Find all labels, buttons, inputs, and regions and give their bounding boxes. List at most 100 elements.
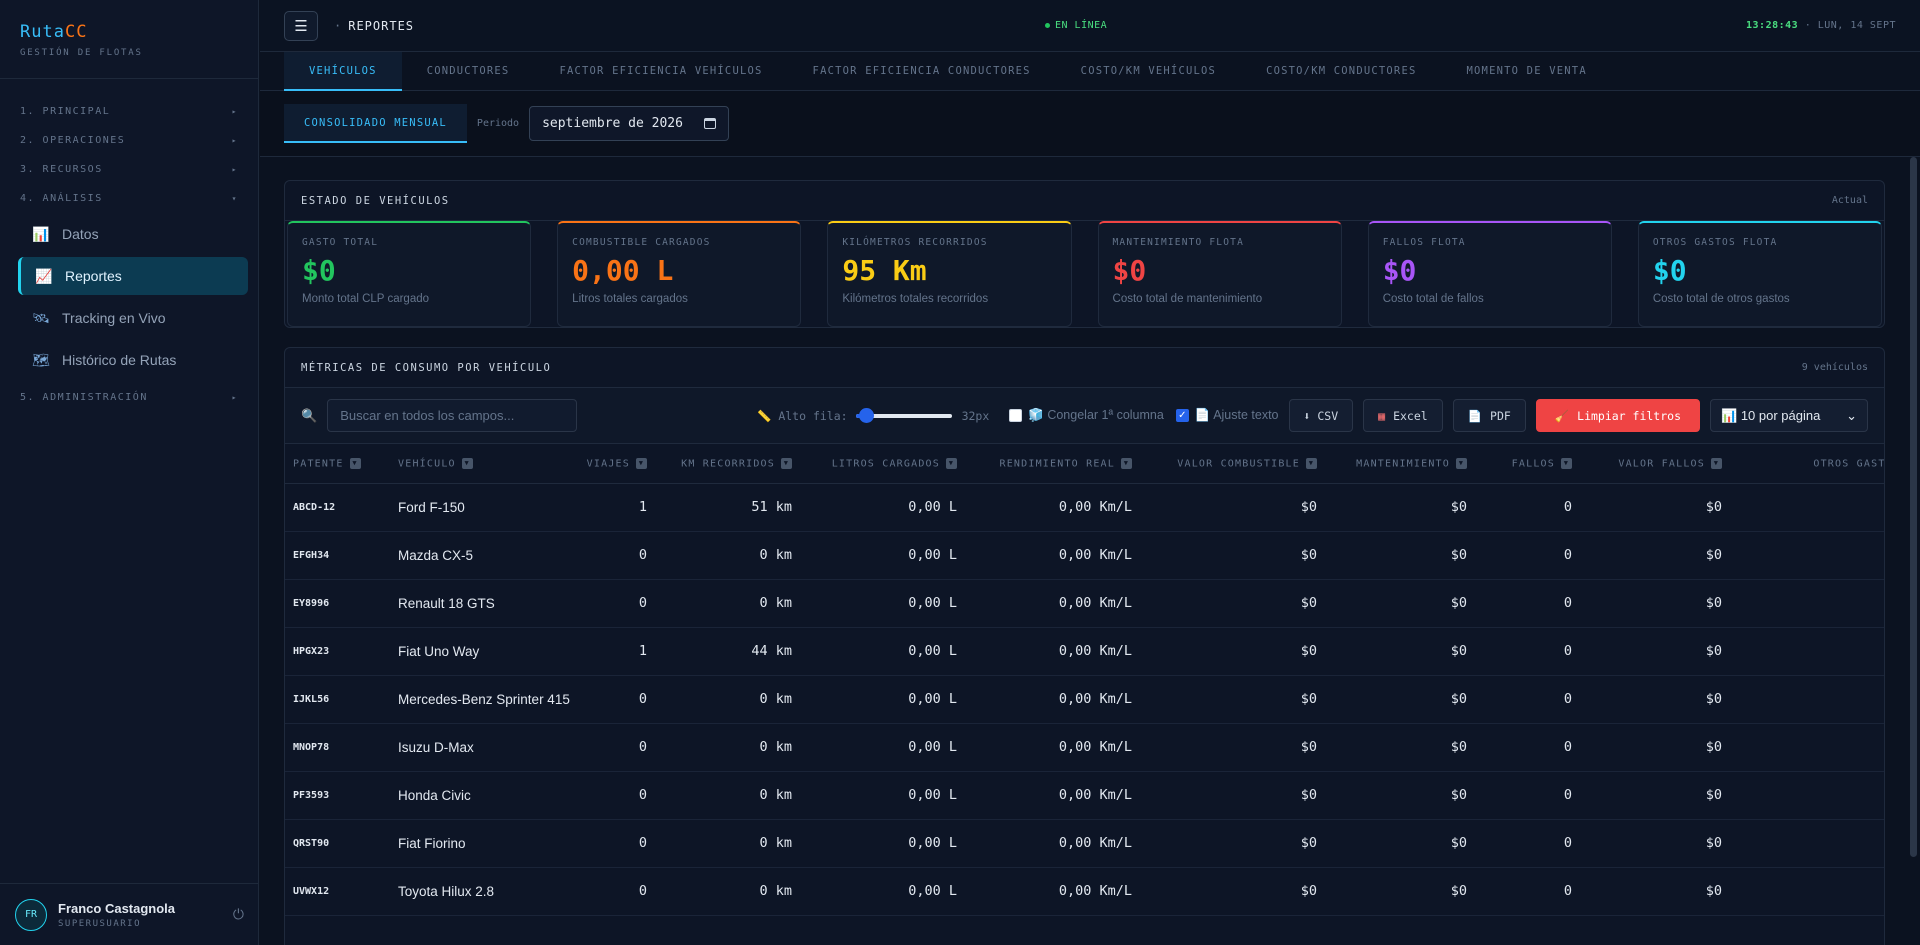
filter-icon[interactable]: ▼ (1711, 457, 1722, 469)
filter-icon[interactable]: ▼ (946, 457, 957, 469)
table-row[interactable]: PF3593 Honda Civic 0 0 km 0,00 L 0,00 Km/L $0 $… (285, 771, 1884, 820)
column-header[interactable]: MANTENIMIENTO ▼ (1325, 444, 1475, 484)
tab-conductores[interactable]: CONDUCTORES (402, 52, 535, 91)
clear-filters-button[interactable]: 🧹 Limpiar filtros (1535, 399, 1700, 432)
nav-section-operaciones[interactable]: 2. OPERACIONES ▸ (0, 126, 258, 155)
kpi-card: COMBUSTIBLE CARGADOS 0,00 L Litros totales… (557, 221, 802, 327)
kpi-subtitle: Monto total CLP cargado (302, 293, 430, 305)
table-cell: IJKL56 (285, 675, 390, 724)
table-row[interactable]: ABCD-12 Ford F-150 1 51 km 0,00 L 0,00 Km/L $0… (285, 483, 1884, 532)
power-icon[interactable]: ⏻ (233, 906, 244, 923)
table-cell: 0 km (655, 723, 800, 772)
table-row[interactable]: HPGX23 Fiat Uno Way 1 44 km 0,00 L 0,00 Km/L $… (285, 627, 1884, 676)
column-header[interactable]: VALOR COMBUSTIBLE ▼ (1140, 444, 1325, 484)
kpi-label: COMBUSTIBLE CARGADOS (572, 237, 711, 248)
table-cell: EFGH34 (285, 531, 390, 580)
filter-icon[interactable]: ▼ (1306, 457, 1317, 469)
table-cell: 0 km (655, 771, 800, 820)
tab-costo-km-vehiculos[interactable]: COSTO/KM VEHÍCULOS (1056, 52, 1241, 91)
wrap-text-label: 📄 Ajuste texto (1194, 408, 1279, 422)
wrap-text-checkbox[interactable]: ✓ (1175, 409, 1189, 422)
table-cell: 0 (1475, 579, 1580, 628)
kpi-label: GASTO TOTAL (302, 237, 379, 248)
freeze-column-checkbox[interactable] (1009, 409, 1023, 422)
kpi-value: $0 (1652, 254, 1687, 287)
nav-section-analisis[interactable]: 4. ANÁLISIS ▾ (0, 184, 258, 213)
column-header[interactable]: VALOR FALLOS ▼ (1580, 444, 1730, 484)
table-cell: 0,00 L (800, 819, 965, 868)
sidebar-item-historico[interactable]: 🗺 Histórico de Rutas (18, 341, 248, 379)
scrollbar-thumb[interactable] (1910, 157, 1917, 857)
row-height-value: 32px (961, 408, 990, 423)
tab-momento-de-venta[interactable]: MOMENTO DE VENTA (1442, 52, 1612, 91)
column-header[interactable]: OTROS GASTOS▼ (1730, 444, 1884, 484)
tab-consolidado-mensual[interactable]: CONSOLIDADO MENSUAL (284, 104, 467, 143)
user-name: Franco Castagnola (58, 900, 176, 916)
topbar: ☰ · REPORTES EN LÍNEA 13:28:43 · LUN, 14 … (260, 0, 1920, 52)
user-profile[interactable]: FR Franco Castagnola SUPERUSUARIO ⏻ (0, 883, 259, 945)
filter-icon[interactable]: ▼ (1456, 457, 1467, 469)
filter-icon[interactable]: ▼ (1561, 457, 1572, 469)
table-cell: $0 (1580, 675, 1730, 724)
brand-logo[interactable]: RutaCC (20, 22, 238, 42)
filter-icon[interactable]: ▼ (461, 457, 473, 469)
row-height-slider[interactable] (855, 407, 952, 423)
table-cell: $0 (1140, 675, 1325, 724)
chevron-right-icon: ▸ (231, 393, 238, 402)
content-scrollbar[interactable] (1910, 157, 1917, 857)
sidebar-item-datos[interactable]: 📊 Datos (18, 215, 248, 253)
column-header[interactable]: PATENTE ▼ (285, 444, 390, 484)
column-header[interactable]: KM RECORRIDOS ▼ (655, 444, 800, 484)
kpi-card: MANTENIMIENTO FLOTA $0 Costo total de mant… (1097, 221, 1342, 327)
export-pdf-button[interactable]: 📄 PDF (1452, 399, 1526, 432)
filter-icon[interactable]: ▼ (1121, 457, 1132, 469)
panel-title: MÉTRICAS DE CONSUMO POR VEHÍCULO (301, 361, 552, 374)
sidebar-item-reportes[interactable]: 📈 Reportes (18, 257, 248, 295)
table-cell: 0 km (655, 675, 800, 724)
table-row[interactable]: EY8996 Renault 18 GTS 0 0 km 0,00 L 0,00 Km/L… (285, 579, 1884, 628)
sidebar-nav: 1. PRINCIPAL ▸ 2. OPERACIONES ▸ 3. RECURSO… (0, 79, 258, 412)
column-header[interactable]: RENDIMIENTO REAL ▼ (965, 444, 1140, 484)
export-excel-button[interactable]: ▦ Excel (1363, 399, 1443, 432)
filter-icon[interactable]: ▼ (781, 457, 792, 469)
table-row[interactable]: MNOP78 Isuzu D-Max 0 0 km 0,00 L 0,00 Km/L $0 $… (285, 723, 1884, 772)
tab-costo-km-conductores[interactable]: COSTO/KM CONDUCTORES (1241, 52, 1441, 91)
table-row[interactable]: EFGH34 Mazda CX-5 0 0 km 0,00 L 0,00 Km/L $0 $0… (285, 531, 1884, 580)
table-cell: 0 km (655, 531, 800, 580)
table-cell: 0,00 L (800, 531, 965, 580)
table-cell: 0,00 L (800, 579, 965, 628)
table-cell: $0 (1730, 627, 1884, 676)
calendar-icon[interactable] (704, 118, 717, 129)
nav-section-principal[interactable]: 1. PRINCIPAL ▸ (0, 97, 258, 126)
column-header[interactable]: FALLOS ▼ (1475, 444, 1580, 484)
filter-icon[interactable]: ▼ (636, 457, 647, 469)
kpi-label: FALLOS FLOTA (1382, 237, 1466, 248)
tab-factor-eficiencia-conductores[interactable]: FACTOR EFICIENCIA CONDUCTORES (788, 52, 1056, 91)
tab-vehiculos[interactable]: VEHÍCULOS (284, 52, 402, 91)
per-page-select[interactable]: 📊 10 por página ⌄ (1710, 399, 1868, 432)
menu-icon[interactable]: ☰ (284, 10, 318, 41)
column-header[interactable]: VEHÍCULO ▼ (390, 444, 565, 484)
nav-section-recursos[interactable]: 3. RECURSOS ▸ (0, 155, 258, 184)
map-icon: 🗺 (32, 351, 50, 368)
sidebar-item-tracking[interactable]: 🛰 Tracking en Vivo (18, 299, 248, 337)
filter-icon[interactable]: ▼ (349, 457, 361, 469)
table-row[interactable]: IJKL56 Mercedes-Benz Sprinter 415 0 0 km 0,0… (285, 675, 1884, 724)
clock-date: LUN, 14 SEPT (1817, 20, 1896, 31)
table-cell: 0 (565, 531, 655, 580)
table-cell: 0 (1475, 867, 1580, 916)
table-row[interactable]: UVWX12 Toyota Hilux 2.8 0 0 km 0,00 L 0,00 Km… (285, 867, 1884, 916)
table-row[interactable]: QRST90 Fiat Fiorino 0 0 km 0,00 L 0,00 Km/L $0… (285, 819, 1884, 868)
tab-factor-eficiencia-vehiculos[interactable]: FACTOR EFICIENCIA VEHÍCULOS (534, 52, 787, 91)
table-cell: Honda Civic (390, 771, 565, 820)
kpi-label: KILÓMETROS RECORRIDOS (842, 237, 988, 248)
chevron-right-icon: ▸ (231, 136, 238, 145)
nav-section-administracion[interactable]: 5. ADMINISTRACIÓN ▸ (0, 383, 258, 412)
search-input[interactable] (327, 399, 578, 432)
metricas-panel: MÉTRICAS DE CONSUMO POR VEHÍCULO 9 vehíc… (284, 347, 1885, 945)
slider-handle[interactable] (859, 407, 875, 423)
export-csv-button[interactable]: ⬇ CSV (1288, 399, 1354, 432)
column-header[interactable]: LITROS CARGADOS ▼ (800, 444, 965, 484)
column-header[interactable]: VIAJES ▼ (565, 444, 655, 484)
period-input[interactable]: septiembre de 2026 (529, 106, 730, 141)
